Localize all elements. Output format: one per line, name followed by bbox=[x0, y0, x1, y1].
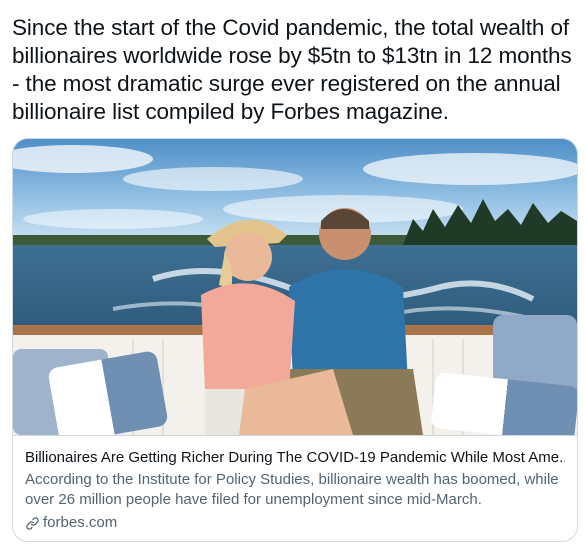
tweet-text: Since the start of the Covid pandemic, t… bbox=[12, 15, 572, 124]
link-preview-card[interactable]: Billionaires Are Getting Richer During T… bbox=[12, 138, 578, 542]
card-image[interactable] bbox=[13, 139, 577, 435]
card-meta[interactable]: Billionaires Are Getting Richer During T… bbox=[13, 435, 577, 541]
link-icon bbox=[26, 516, 39, 530]
card-domain-label[interactable]: forbes.com bbox=[43, 513, 117, 533]
card-domain[interactable]: forbes.com bbox=[25, 513, 565, 533]
tweet: Since the start of the Covid pandemic, t… bbox=[0, 0, 585, 545]
card-description: According to the Institute for Policy St… bbox=[25, 471, 559, 508]
card-title[interactable]: Billionaires Are Getting Richer During T… bbox=[25, 448, 565, 468]
